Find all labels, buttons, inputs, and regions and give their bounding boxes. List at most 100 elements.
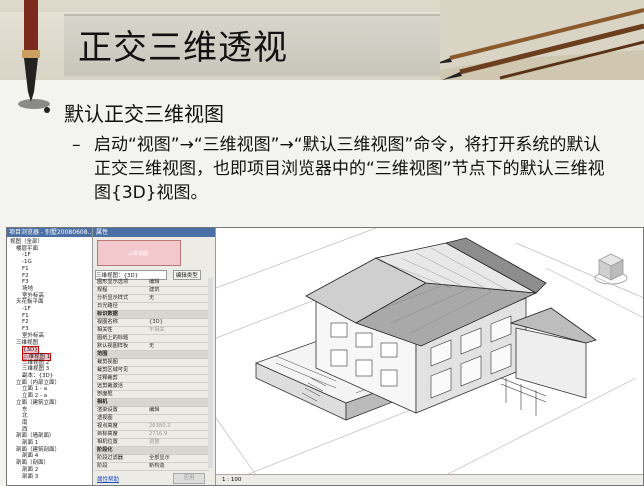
viewcube-icon[interactable] (591, 248, 631, 288)
brush-decoration-icon (440, 0, 644, 80)
tree-item[interactable]: F2 (22, 319, 29, 325)
ink-brush-icon (18, 0, 50, 109)
property-row[interactable]: 透视图 (95, 415, 209, 423)
property-value[interactable]: 全部显示 (149, 455, 170, 462)
property-row[interactable]: 相关性 不相关 (95, 327, 209, 335)
property-value[interactable]: 编辑 (149, 279, 159, 286)
property-name: 裁剪区域可见 (97, 367, 129, 373)
tree-item[interactable]: 剖面 1 (22, 440, 38, 446)
tree-item[interactable]: F3 (22, 326, 29, 332)
property-row[interactable]: 远剪裁激活 (95, 383, 209, 391)
tree-item[interactable]: 立面（建筑立面） (16, 400, 60, 406)
tree-item[interactable]: 场地 (22, 286, 33, 292)
tree-item[interactable]: 室外标高 (22, 333, 44, 339)
property-name: 日光路径 (97, 303, 118, 309)
property-row[interactable]: 视点高度 26380.2 (95, 423, 209, 431)
tree-item[interactable]: F1 (22, 313, 29, 319)
property-row[interactable]: 注释裁剪 (95, 375, 209, 383)
tree-item[interactable]: 剖面（剖面） (16, 460, 49, 466)
property-name: 视图名称 (97, 319, 118, 325)
property-row[interactable]: 阶段过滤器 全部显示 (95, 455, 209, 463)
property-value[interactable]: 26380.2 (149, 423, 170, 430)
tree-item[interactable]: 剖面（墙剖面） (16, 433, 55, 439)
slide-title: 正交三维透视 (78, 28, 288, 68)
property-name: 相机 (97, 399, 108, 405)
properties-panel: 属性 三维视图 三维视图：{3D} 编辑类型 图形显示选项 编辑 规程 建筑 分析显示样… (93, 228, 216, 485)
property-value[interactable]: 2716.9 (149, 431, 167, 438)
tree-item[interactable]: 楼层平面 (16, 246, 38, 252)
property-row[interactable]: 剖面框 (95, 391, 209, 399)
tree-item[interactable]: 三维视图 3 (22, 366, 49, 372)
property-name: 视点高度 (97, 423, 118, 429)
property-value[interactable]: {3D} (149, 319, 163, 326)
tree-item[interactable]: 西 (22, 427, 28, 433)
property-row[interactable]: 目标高度 2716.9 (95, 431, 209, 439)
tree-item[interactable]: 副本：{3D} (22, 373, 53, 379)
property-row[interactable]: 渲染设置 编辑 (95, 407, 209, 415)
property-name: 图纸上的标题 (97, 335, 129, 341)
property-name: 阶段 (97, 463, 108, 469)
property-name: 图形显示选项 (97, 279, 129, 285)
tree-item[interactable]: F3 (22, 279, 29, 285)
property-value[interactable]: 调整 (149, 439, 159, 446)
property-value[interactable]: 无 (149, 343, 154, 350)
slide: 正交三维透视 默认正交三维视图 – 启动“视图”→“三维视图”→“默认三维视图”… (0, 0, 644, 486)
tree-item[interactable]: 剖面 3 (22, 474, 38, 480)
tree-item[interactable]: F2 (22, 273, 29, 279)
tree-item[interactable]: 剖面 4 (22, 453, 38, 459)
property-value[interactable]: 不相关 (149, 327, 165, 334)
tree-item[interactable]: -1F (22, 252, 31, 258)
tree-item[interactable]: 剖面 2 (22, 467, 38, 473)
property-name: 渲染设置 (97, 407, 118, 413)
property-row[interactable]: 分析显示样式 无 (95, 295, 209, 303)
tree-item[interactable]: -1G (22, 259, 32, 265)
property-value[interactable]: 编辑 (149, 407, 159, 414)
tree-item[interactable]: 视图（全部） (10, 239, 43, 245)
tree-item[interactable]: 立面 1 - a (22, 386, 47, 392)
type-preview: 三维视图 (97, 240, 181, 266)
property-row[interactable]: 默认视图样板 无 (95, 343, 209, 351)
tree-item[interactable]: F1 (22, 266, 29, 272)
tree-item[interactable]: 立面（内部立面） (16, 380, 60, 386)
property-group[interactable]: 阶段化 (95, 447, 209, 455)
property-group[interactable]: 标识数据 (95, 311, 209, 319)
tree-item[interactable]: 三维视图 (16, 340, 38, 346)
3d-view-canvas[interactable]: 1 : 100 (215, 228, 643, 485)
property-row[interactable]: 阶段 新构造 (95, 463, 209, 471)
tree-item[interactable]: 三维视图 2 (22, 360, 49, 366)
properties-scrollbar[interactable] (208, 278, 213, 468)
properties-help-link[interactable]: 属性帮助 (97, 475, 119, 483)
revit-screenshot: 项目浏览器 - 别墅20080608... 视图（全部） 楼层平面 -1F -1G F1… (6, 227, 644, 486)
view-control-bar: 1 : 100 (216, 474, 643, 485)
tree-item[interactable]: 剖面（建筑剖面） (16, 447, 60, 453)
properties-title: 属性 (93, 228, 215, 237)
property-value[interactable]: 无 (149, 295, 154, 302)
bullet-1-text: 默认正交三维视图 (64, 102, 224, 126)
property-group[interactable]: 范围 (95, 351, 209, 359)
tree-item[interactable]: 天花板平面 (16, 299, 44, 305)
tree-item[interactable]: 室外标高 (22, 293, 44, 299)
property-row[interactable]: 裁剪区域可见 (95, 367, 209, 375)
property-row[interactable]: 规程 建筑 (95, 287, 209, 295)
property-row[interactable]: 日光路径 (95, 303, 209, 311)
property-row[interactable]: 相机位置 调整 (95, 439, 209, 447)
house-3d-model (215, 228, 643, 476)
tree-item[interactable]: -1F (22, 306, 31, 312)
property-name: 剖面框 (97, 391, 113, 397)
property-row[interactable]: 裁剪视图 (95, 359, 209, 367)
tree-item[interactable]: 立面 2 - a (22, 393, 47, 399)
property-row[interactable]: 图纸上的标题 (95, 335, 209, 343)
property-value[interactable]: 建筑 (149, 287, 159, 294)
property-row[interactable]: 图形显示选项 编辑 (95, 279, 209, 287)
tree-item[interactable]: 南 (22, 420, 28, 426)
view-scale[interactable]: 1 : 100 (222, 475, 241, 485)
property-row[interactable]: 视图名称 {3D} (95, 319, 209, 327)
apply-button[interactable]: 应用 (173, 473, 205, 484)
property-name: 裁剪视图 (97, 359, 118, 365)
property-value[interactable]: 新构造 (149, 463, 165, 470)
tree-item[interactable]: 北 (22, 413, 28, 419)
tree-item[interactable]: 东 (22, 407, 28, 413)
property-name: 分析显示样式 (97, 295, 129, 301)
property-group[interactable]: 相机 (95, 399, 209, 407)
bullet-2-text: 启动“视图”→“三维视图”→“默认三维视图”命令，将打开系统的默认正交三维视图，… (94, 135, 605, 203)
